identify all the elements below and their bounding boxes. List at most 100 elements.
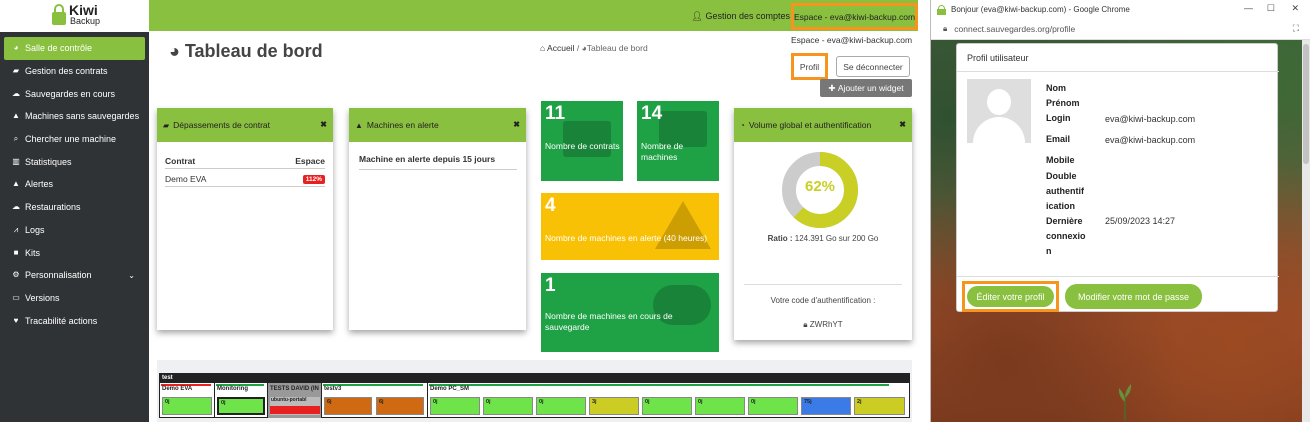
contracts-count-tile[interactable]: 11 Nombre de contrats	[541, 101, 623, 181]
alert-machines-tile[interactable]: 4 Nombre de machines en alerte (40 heure…	[541, 193, 719, 260]
sidebar-item-personnalisation[interactable]: ⚙ Personnalisation ⌄	[0, 264, 149, 287]
machine-cell[interactable]: 0j	[695, 397, 745, 415]
avatar-placeholder-icon	[967, 79, 1031, 143]
widget-title: Machines en alerte	[366, 120, 439, 130]
auth-code: 🔒︎ ZWRhYT	[734, 320, 912, 330]
close-icon[interactable]: ✖	[513, 120, 520, 129]
volume-donut: 62%	[781, 151, 859, 229]
label-nom: Nom	[1046, 83, 1066, 93]
sidebar-item-label: Statistiques	[25, 156, 72, 167]
close-icon[interactable]: ✖	[899, 120, 906, 129]
auth-code-label: Votre code d'authentification :	[770, 296, 876, 305]
close-window-icon[interactable]: ✕	[1291, 3, 1299, 14]
machine-cell[interactable]: 2j	[854, 397, 905, 415]
sidebar-item-kits[interactable]: ■ Kits	[0, 241, 149, 264]
sidebar-item-tracabilite[interactable]: ♥ Tracabilité actions	[0, 309, 149, 332]
sidebar-item-restaurations[interactable]: ☁ Restaurations	[0, 196, 149, 219]
cloud-upload-icon: ☁	[12, 88, 20, 98]
label-last-login-1: Dernière	[1046, 216, 1083, 226]
edit-profile-highlight: Éditer votre profil	[962, 281, 1059, 312]
accounts-link[interactable]: 👤︎ Gestion des comptes	[692, 11, 790, 22]
search-icon: ⌕	[13, 134, 19, 144]
close-icon[interactable]: ✖	[320, 120, 327, 129]
window-title: Bonjour (eva@kiwi-backup.com) - Google C…	[951, 5, 1130, 14]
sidebar-item-alertes[interactable]: ▲ Alertes	[0, 173, 149, 196]
maximize-icon[interactable]: ☐	[1267, 3, 1275, 14]
tile-value: 14	[641, 103, 663, 124]
dashboard-icon: ◕	[13, 43, 19, 53]
machines-count-tile[interactable]: 14 Nombre de machines	[637, 101, 719, 181]
espace-dropdown-toggle[interactable]: Espace - eva@kiwi-backup.com	[791, 3, 918, 30]
machine-cell[interactable]: 6j	[376, 397, 424, 415]
sidebar-item-label: Personnalisation	[25, 270, 92, 281]
label-prenom: Prénom	[1046, 98, 1080, 108]
sidebar-item-statistiques[interactable]: ▥ Statistiques	[0, 150, 149, 173]
logout-button[interactable]: Se déconnecter	[836, 56, 910, 77]
widget-header: ◔ Volume global et authentification ✖	[734, 108, 912, 142]
group-title: Monitoring	[217, 386, 248, 392]
profile-modal: Profil utilisateur Nom Prénom Login eva@…	[956, 43, 1279, 312]
machine-cell[interactable]: ubuntu-portabl	[270, 397, 320, 415]
gears-icon: ⚙	[12, 270, 20, 280]
machine-cell[interactable]: 0j	[748, 397, 798, 415]
group-title: Demo EVA	[162, 386, 193, 392]
ratio-label: Ratio :	[767, 234, 793, 243]
sidebar-item-chercher-machine[interactable]: ⌕ Chercher une machine	[0, 128, 149, 151]
add-widget-button[interactable]: ✚ Ajouter un widget	[820, 79, 912, 97]
machine-cell[interactable]: 0j	[162, 397, 212, 415]
contract-table: Contrat Espace Demo EVA 112%	[165, 156, 325, 187]
tile-value: 11	[545, 103, 566, 124]
sidebar-item-label: Chercher une machine	[25, 134, 117, 145]
brand-logo[interactable]: Kiwi Backup	[0, 0, 149, 32]
profil-button[interactable]: Profil	[791, 53, 828, 80]
translate-icon[interactable]: ⛶	[1293, 23, 1299, 34]
sidebar-item-logs[interactable]: ⩘ Logs	[0, 219, 149, 242]
address-bar[interactable]: 🔒︎ connect.sauvegardes.org/profile ⛶	[931, 19, 1310, 40]
machine-cell[interactable]: 0j	[430, 397, 480, 415]
label-last-login-2: connexio	[1046, 231, 1086, 241]
machine-cell[interactable]: 75j	[801, 397, 851, 415]
sidebar-item-label: Logs	[25, 224, 45, 235]
label-email: Email	[1046, 134, 1071, 144]
sidebar-item-sauvegardes-en-cours[interactable]: ☁ Sauvegardes en cours	[0, 82, 149, 105]
breadcrumb-current: Tableau de bord	[586, 43, 648, 53]
breadcrumb-home[interactable]: Accueil	[547, 43, 574, 53]
logout-label: Se déconnecter	[843, 61, 903, 72]
minimize-icon[interactable]: —	[1244, 3, 1253, 13]
machine-cell[interactable]: 0j	[483, 397, 533, 415]
sidebar-item-salle-de-controle[interactable]: ◕ Salle de contrôle	[4, 37, 145, 60]
column-header-contract: Contrat	[165, 156, 259, 169]
label-last-login-3: n	[1046, 246, 1052, 256]
backups-in-progress-tile[interactable]: 1 Nombre de machines en cours de sauvega…	[541, 273, 719, 352]
machine-cell[interactable]: 3j	[589, 397, 639, 415]
widget-title: Dépassements de contrat	[173, 120, 271, 130]
label-double-auth-2: authentif	[1046, 186, 1084, 196]
padlock-logo-icon	[52, 4, 66, 26]
sidebar-item-gestion-contrats[interactable]: ▰ Gestion des contrats	[0, 60, 149, 83]
folder-open-icon: ▰	[163, 120, 170, 130]
ratio-text: Ratio : 124.391 Go sur 200 Go	[734, 234, 912, 243]
edit-profile-button[interactable]: Éditer votre profil	[967, 286, 1054, 307]
machine-cell[interactable]: 0j	[536, 397, 586, 415]
tile-label: Nombre de machines en cours de sauvegard…	[545, 311, 673, 332]
tile-label: Nombre de machines en alerte (40 heures)	[545, 233, 708, 243]
strip-grid: test Demo EVA 0j Monitoring 0j TESTS DAV…	[159, 373, 910, 418]
sidebar-item-machines-sans-sauvegardes[interactable]: ▲ Machines sans sauvegardes	[0, 105, 149, 128]
group-status-line	[429, 384, 889, 386]
ratio-value: 124.391 Go sur 200 Go	[794, 234, 879, 243]
line-chart-icon: ⩘	[13, 224, 19, 234]
table-row[interactable]: Demo EVA 112%	[165, 168, 325, 187]
label-double-auth-3: ication	[1046, 201, 1076, 211]
scrollbar-thumb[interactable]	[1303, 44, 1309, 164]
machine-cell[interactable]: 0j	[642, 397, 692, 415]
strip-header: test	[160, 374, 909, 383]
table-header-row: Contrat Espace	[165, 156, 325, 169]
change-password-button[interactable]: Modifier votre mot de passe	[1065, 284, 1202, 309]
sidebar-item-versions[interactable]: ▭ Versions	[0, 287, 149, 310]
machine-cell[interactable]: 0j	[217, 397, 265, 415]
tile-label: Nombre de machines	[641, 141, 684, 162]
machines-alert-widget: ▲ Machines en alerte ✖ Machine en alerte…	[349, 108, 526, 330]
modal-title: Profil utilisateur	[957, 44, 1279, 72]
page-title: ◕ Tableau de bord	[169, 41, 323, 62]
machine-cell[interactable]: 6j	[324, 397, 372, 415]
